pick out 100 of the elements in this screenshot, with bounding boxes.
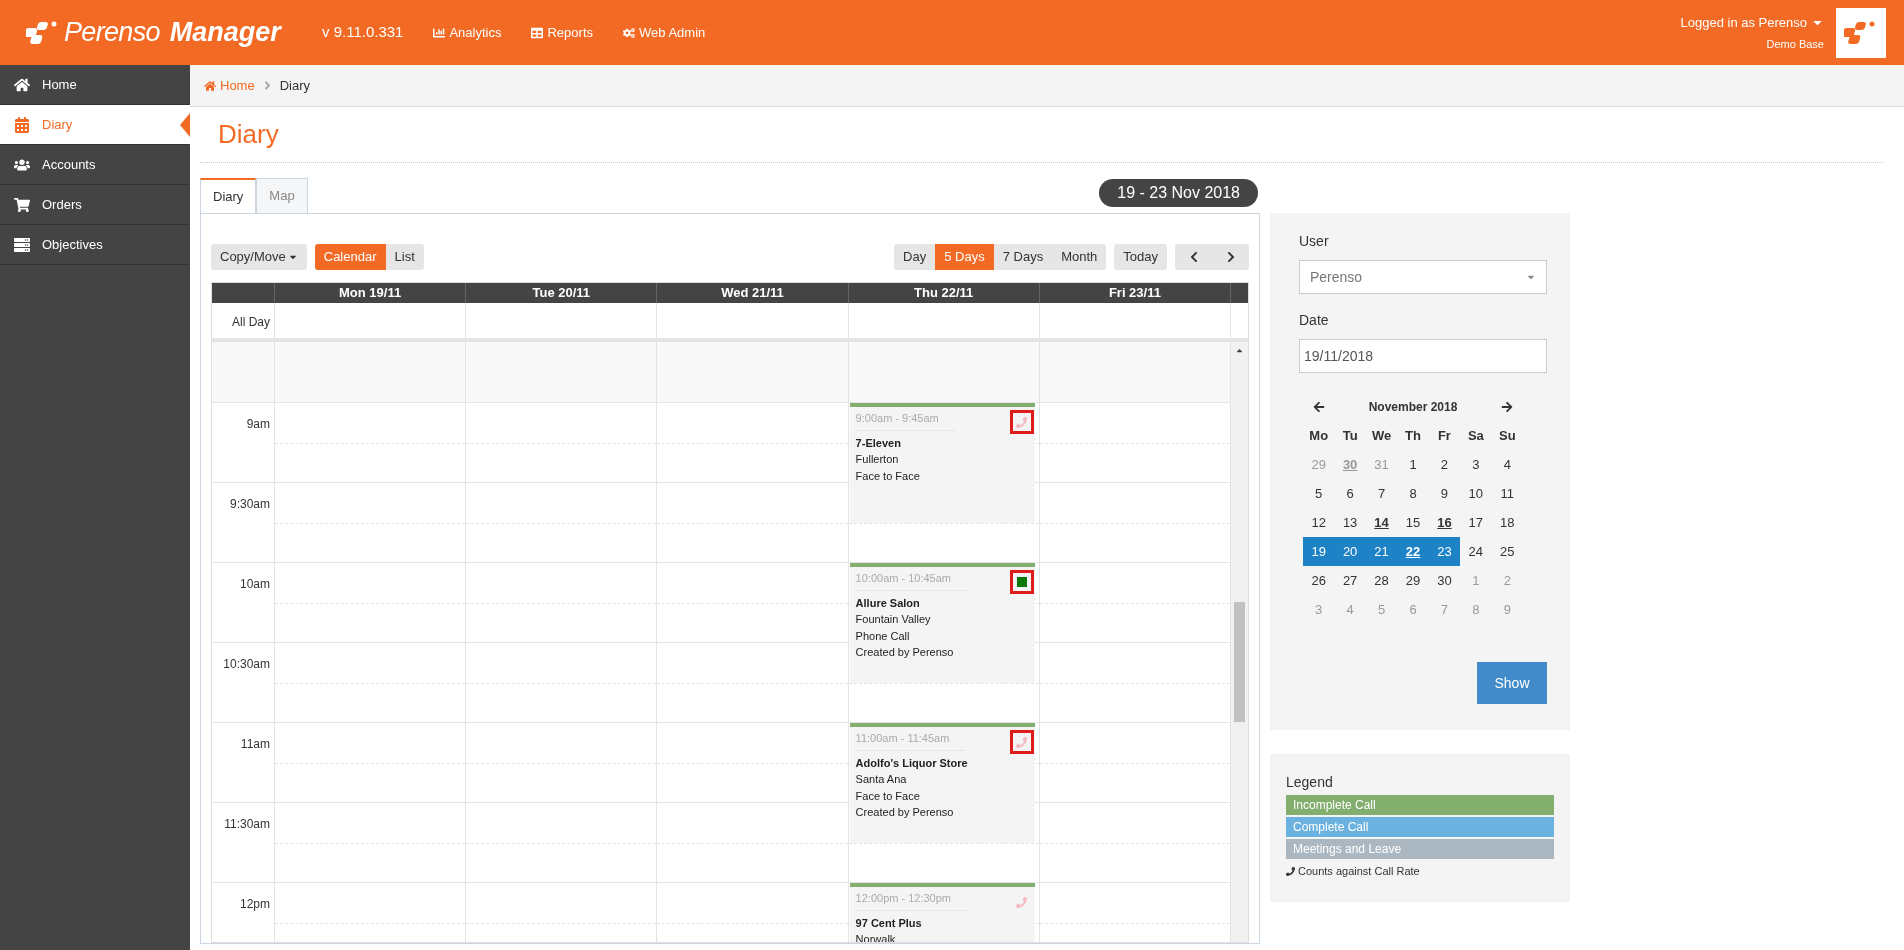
calendar-day[interactable]: 25 <box>1491 537 1523 566</box>
calendar-day[interactable]: 26 <box>1303 566 1335 595</box>
day-heading: Thu 22/11 <box>847 283 1039 303</box>
event-time: 9:00am - 9:45am <box>855 407 955 431</box>
calendar-day[interactable]: 2 <box>1428 450 1461 479</box>
weekday-label: Su <box>1497 426 1517 445</box>
weekday-label: Sa <box>1466 426 1485 445</box>
calendar-day[interactable]: 24 <box>1460 537 1492 566</box>
brand-name: Perenso <box>64 16 160 50</box>
calendar-day[interactable]: 28 <box>1365 566 1398 595</box>
calendar-day[interactable]: 5 <box>1303 479 1335 508</box>
scroll-thumb[interactable] <box>1234 602 1245 722</box>
legend-item: Incomplete Call <box>1286 795 1554 815</box>
time-label: 11am <box>239 736 271 753</box>
sidebar-item[interactable]: Objectives <box>0 225 190 265</box>
legend-item: Meetings and Leave <box>1286 839 1554 859</box>
calendar-day[interactable]: 6 <box>1334 479 1366 508</box>
day-heading: Wed 21/11 <box>656 283 848 303</box>
calendar-day[interactable]: 18 <box>1491 508 1523 537</box>
calendar-day[interactable]: 7 <box>1365 479 1398 508</box>
event-name: Adolfo's Liquor Store <box>855 755 969 771</box>
event-detail: Created by Perenso <box>855 805 955 820</box>
calendar-day[interactable]: 30 <box>1428 566 1461 595</box>
calendar-day[interactable]: 17 <box>1460 508 1492 537</box>
calendar-day[interactable]: 9 <box>1428 479 1461 508</box>
calendar-day[interactable]: 1 <box>1397 450 1429 479</box>
today-button[interactable]: Today <box>1114 244 1167 270</box>
time-label: 10:30am <box>222 656 271 673</box>
calendar-day[interactable]: 23 <box>1428 537 1461 566</box>
nav-icon <box>433 26 446 39</box>
date-range-pill: 19 - 23 Nov 2018 <box>1099 179 1258 207</box>
calendar-day[interactable]: 20 <box>1334 537 1366 566</box>
calendar-day[interactable]: 27 <box>1334 566 1366 595</box>
event-detail: Face to Face <box>855 788 921 804</box>
nav-icon <box>623 26 635 39</box>
event-detail: Phone Call <box>855 628 911 644</box>
day-heading: Tue 20/11 <box>465 283 657 303</box>
sidebar-item[interactable]: Orders <box>0 185 190 225</box>
calendar-day[interactable]: 8 <box>1397 479 1429 508</box>
calendar-day[interactable]: 13 <box>1334 508 1366 537</box>
event-detail: Face to Face <box>855 468 921 484</box>
sidebar-item[interactable]: Accounts <box>0 145 190 185</box>
scrollbar[interactable] <box>1230 342 1248 942</box>
show-button[interactable]: Show <box>1477 662 1547 704</box>
weekday-label: Th <box>1404 426 1422 445</box>
time-label: 11:30am <box>223 816 271 833</box>
next-month-icon[interactable] <box>1501 401 1513 413</box>
page-title: Diary <box>200 107 1884 163</box>
prev-month-icon[interactable] <box>1313 401 1325 413</box>
calendar-day[interactable]: 19 <box>1303 537 1335 566</box>
event-card[interactable]: 9:00am - 9:45am 7-Eleven Fullerton Face to Face <box>849 403 1035 523</box>
date-field[interactable]: 19/11/2018 <box>1299 339 1547 373</box>
legend-title: Legend <box>1286 773 1334 792</box>
copy-move-dropdown[interactable]: Copy/Move <box>211 244 307 270</box>
calendar-day[interactable]: 4 <box>1491 450 1523 479</box>
event-detail: Created by Perenso <box>855 645 955 660</box>
event-time: 11:00am - 11:45am <box>855 727 966 751</box>
complete-square-icon <box>1016 577 1027 587</box>
calendar-day[interactable]: 12 <box>1303 508 1335 537</box>
weekday-label: Tu <box>1341 426 1359 445</box>
calendar-day[interactable]: 22 <box>1397 537 1429 566</box>
time-label: 9am <box>245 416 271 433</box>
event-card[interactable]: 10:00am - 10:45am Allure Salon Fountain Valley Phone Call Created by Perenso <box>849 563 1035 683</box>
event-detail: Fountain Valley <box>855 612 932 627</box>
calendar-day[interactable]: 16 <box>1428 508 1461 537</box>
phone-icon <box>1016 736 1028 748</box>
mode-toggle[interactable]: List <box>385 244 424 270</box>
calendar-day[interactable]: 3 <box>1460 450 1492 479</box>
base-label: Demo Base <box>1766 37 1824 52</box>
view-toggle[interactable]: 7 Days <box>993 244 1053 270</box>
legend-item: Complete Call <box>1286 817 1554 837</box>
event-name: 97 Cent Plus <box>855 915 923 931</box>
event-name: 7-Eleven <box>855 435 902 451</box>
field-label: Date <box>1299 311 1330 330</box>
event-detail: Santa Ana <box>855 772 908 787</box>
event-time: 12:00pm - 12:30pm <box>855 887 967 911</box>
event-name: Allure Salon <box>855 595 921 611</box>
weekday-label: Fr <box>1436 426 1452 445</box>
account-avatar[interactable] <box>1836 7 1886 58</box>
event-time: 10:00am - 10:45am <box>855 567 967 591</box>
calendar-day[interactable]: 10 <box>1460 479 1492 508</box>
calendar-day[interactable]: 15 <box>1397 508 1429 537</box>
nav-icon <box>531 26 544 39</box>
view-toggle[interactable]: Month <box>1052 244 1107 270</box>
view-toggle[interactable]: Day <box>894 244 936 270</box>
event-card[interactable]: 11:00am - 11:45am Adolfo's Liquor Store Santa Ana Face to Face Created by Perenso <box>849 723 1035 843</box>
time-label: 10am <box>238 576 271 593</box>
calendar-day[interactable]: 29 <box>1397 566 1429 595</box>
weekday-label: Mo <box>1308 426 1330 445</box>
day-heading: Mon 19/11 <box>274 283 466 303</box>
all-day-label: All Day <box>231 314 271 331</box>
legend-note: Counts against Call Rate <box>1298 864 1420 879</box>
calendar-day[interactable]: 14 <box>1365 508 1398 537</box>
time-label: 9:30am <box>228 496 271 513</box>
day-heading: Fri 23/11 <box>1038 283 1230 303</box>
user-select[interactable]: Perenso <box>1299 260 1547 294</box>
calendar-day[interactable]: 21 <box>1365 537 1398 566</box>
tab[interactable]: Diary <box>200 178 257 214</box>
calendar-day[interactable]: 11 <box>1491 479 1523 508</box>
phone-icon <box>1286 866 1295 876</box>
